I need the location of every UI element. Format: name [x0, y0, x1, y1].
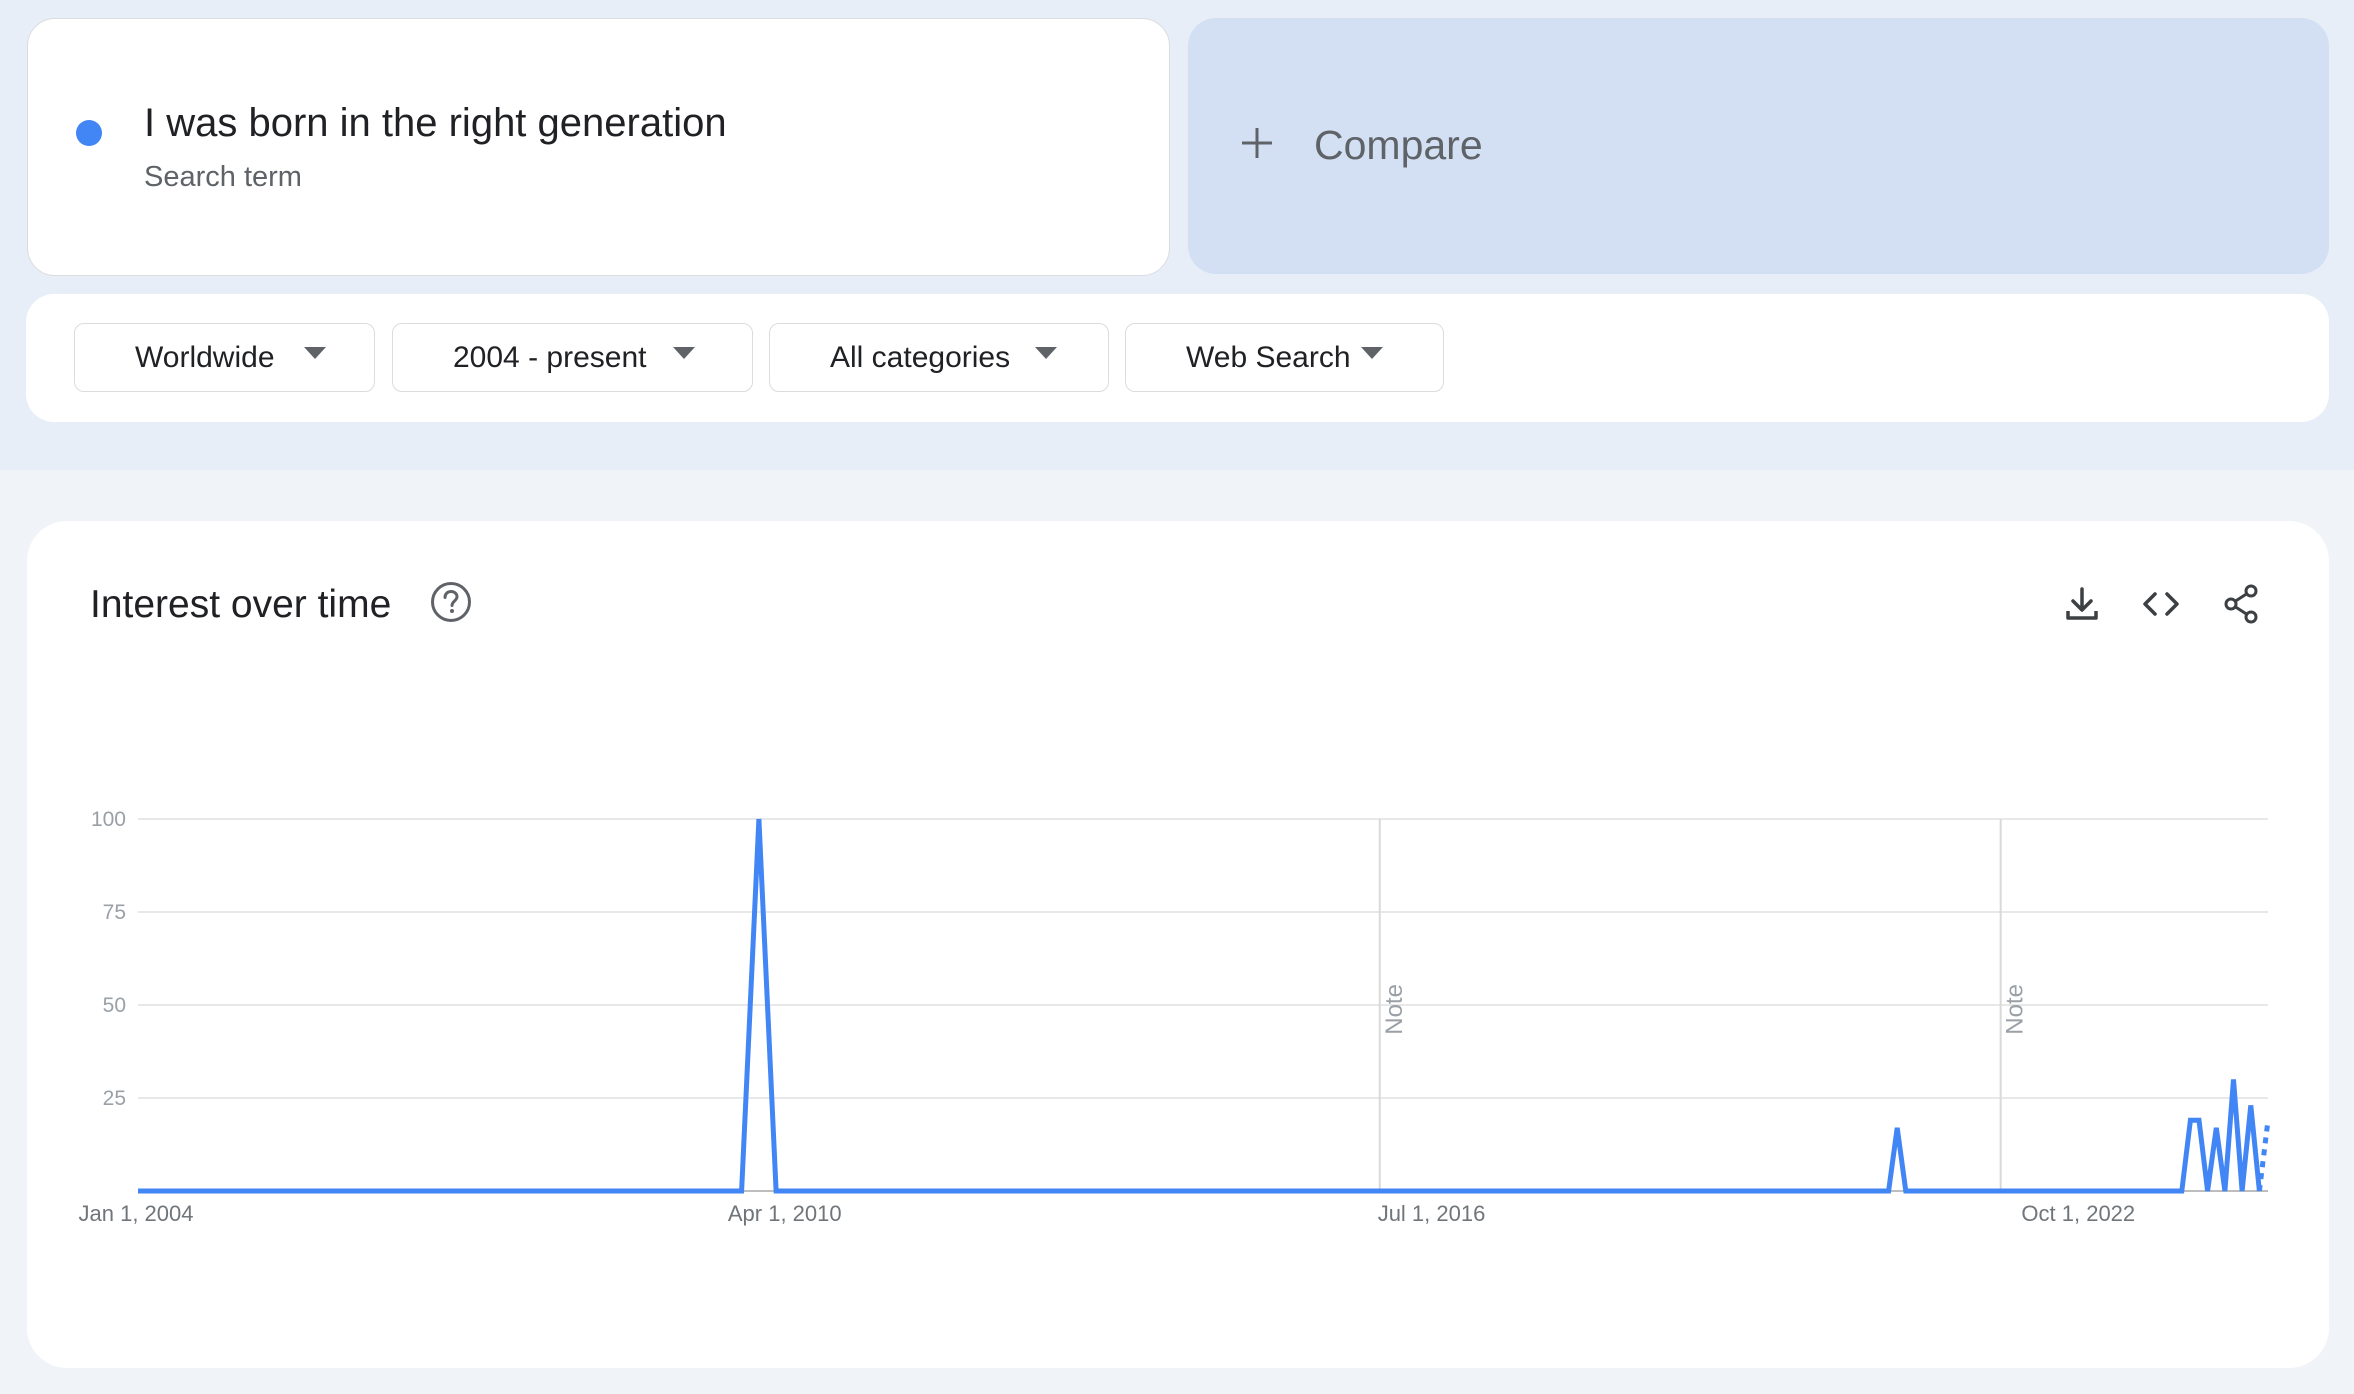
search-term-subtitle: Search term [144, 161, 302, 193]
x-tick-label: Jul 1, 2016 [1378, 1201, 1486, 1226]
interest-over-time-panel: Interest over time 100 75 50 25 Note Note Jan … [27, 521, 2329, 1368]
compare-label: Compare [1314, 122, 1483, 168]
search-type-filter-dropdown[interactable]: Web Search [1125, 323, 1444, 392]
x-tick-label: Oct 1, 2022 [2021, 1201, 2135, 1226]
interest-line-chart: 100 75 50 25 Note Note Jan 1, 2004 Apr 1, 2010 J… [79, 808, 2271, 1226]
y-tick-label: 25 [103, 1087, 126, 1110]
region-filter-label: Worldwide [135, 340, 275, 374]
dropdown-caret-icon [1035, 347, 1057, 359]
x-tick-label: Apr 1, 2010 [728, 1201, 842, 1226]
series-color-dot [76, 120, 102, 146]
category-filter-dropdown[interactable]: All categories [769, 323, 1109, 392]
search-term-card[interactable]: I was born in the right generation Searc… [27, 18, 1170, 276]
search-term-title[interactable]: I was born in the right generation [144, 101, 727, 146]
category-filter-label: All categories [830, 340, 1011, 374]
y-tick-label: 50 [103, 994, 126, 1017]
dropdown-caret-icon [673, 347, 695, 359]
note-label: Note [2002, 984, 2029, 1035]
note-label: Note [1381, 984, 1408, 1035]
x-tick-label: Jan 1, 2004 [79, 1201, 194, 1226]
y-tick-label: 100 [91, 808, 126, 831]
compare-button[interactable]: Compare [1188, 18, 2329, 274]
region-filter-dropdown[interactable]: Worldwide [74, 323, 375, 392]
dropdown-caret-icon [304, 347, 326, 359]
y-tick-label: 75 [103, 901, 126, 924]
time-range-filter-dropdown[interactable]: 2004 - present [392, 323, 753, 392]
plus-icon [1242, 128, 1272, 158]
dropdown-caret-icon [1361, 347, 1383, 359]
filter-bar: Worldwide 2004 - present All categories … [26, 294, 2329, 422]
time-range-filter-label: 2004 - present [453, 340, 647, 374]
search-type-filter-label: Web Search [1186, 340, 1351, 374]
